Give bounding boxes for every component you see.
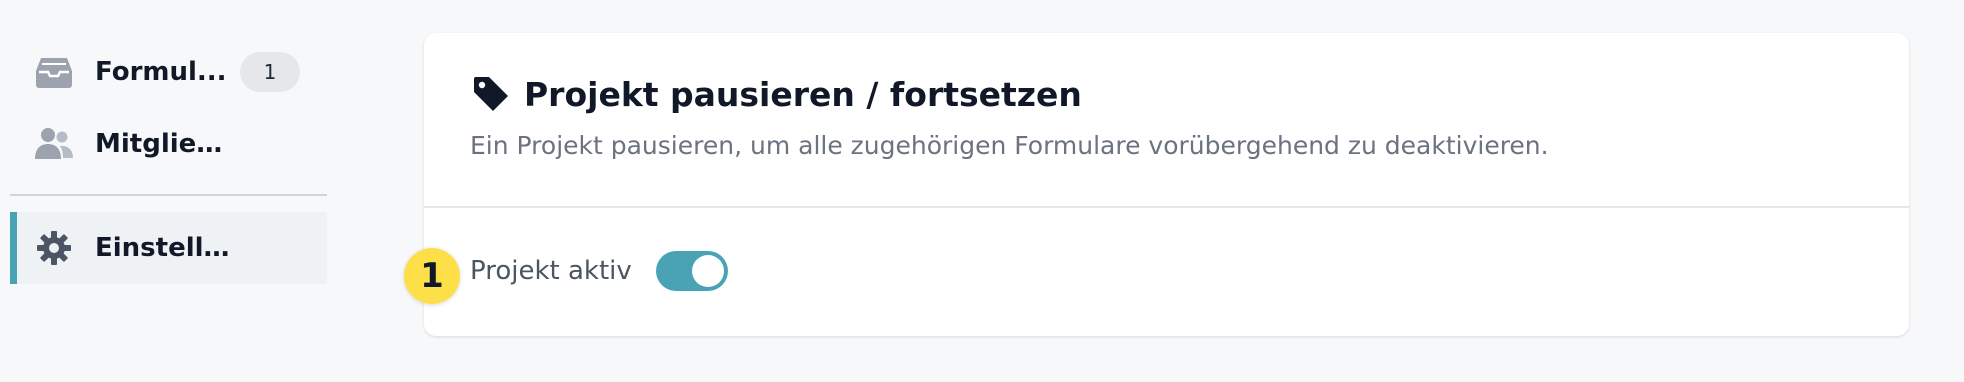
count-badge: 1 (240, 52, 300, 92)
toggle-label: Projekt aktiv (470, 256, 632, 286)
card-title: Projekt pausieren / fortsetzen (524, 74, 1082, 114)
project-active-toggle[interactable] (655, 251, 728, 291)
sidebar-item-label: Formul... (95, 57, 227, 87)
gear-icon (34, 228, 74, 268)
sidebar: Formul... 1 Mitglieder Einstellun (10, 36, 327, 284)
sidebar-item-einstellungen[interactable]: Einstellungen (10, 212, 327, 284)
step-badge: 1 (404, 248, 460, 304)
sidebar-item-formulare[interactable]: Formul... 1 (10, 36, 327, 108)
card-body: 1 Projekt aktiv (404, 208, 1909, 334)
settings-card: Projekt pausieren / fortsetzen Ein Proje… (404, 33, 1909, 336)
sidebar-item-label: Mitglieder (95, 129, 240, 159)
users-icon (34, 124, 74, 164)
card-description: Ein Projekt pausieren, um alle zugehörig… (470, 131, 1549, 160)
tag-icon (470, 73, 512, 115)
sidebar-divider (10, 194, 327, 196)
card-header: Projekt pausieren / fortsetzen Ein Proje… (424, 33, 1909, 208)
sidebar-item-mitglieder[interactable]: Mitglieder (10, 108, 327, 180)
sidebar-item-label: Einstellungen (95, 233, 240, 263)
toggle-knob (691, 255, 724, 287)
inbox-icon (34, 52, 74, 92)
